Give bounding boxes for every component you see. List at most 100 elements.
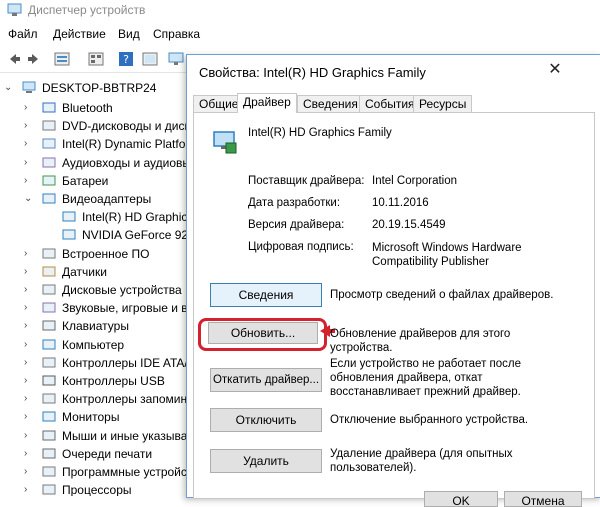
close-icon[interactable]: ✕: [545, 60, 565, 80]
tree-item[interactable]: › Звуковые, игровые и в: [0, 298, 186, 318]
back-arrow-icon[interactable]: [6, 51, 22, 67]
chevron-right-icon[interactable]: ›: [24, 302, 27, 313]
chevron-right-icon[interactable]: ›: [24, 284, 27, 295]
device-category-icon: [62, 229, 76, 240]
chevron-right-icon[interactable]: ›: [24, 248, 27, 259]
chevron-right-icon[interactable]: ›: [24, 157, 27, 168]
menu-bar: Файл Действие Вид Справка: [0, 24, 600, 44]
tree-root[interactable]: ⌄ DESKTOP-BBTRP24: [0, 78, 186, 98]
tree-item[interactable]: Intel(R) HD Graphics: [0, 207, 186, 227]
tree-item[interactable]: › Очереди печати: [0, 444, 186, 464]
tree-item-label: Встроенное ПО: [62, 246, 150, 261]
tree-item-label: Датчики: [62, 264, 107, 279]
prop-signature-value: Microsoft Windows Hardware Compatibility…: [372, 242, 522, 268]
device-category-icon: [42, 448, 56, 459]
uninstall-button[interactable]: Удалить: [210, 449, 322, 473]
forward-arrow-icon[interactable]: [26, 51, 42, 67]
tree-item[interactable]: › Компьютер: [0, 335, 186, 355]
chevron-right-icon[interactable]: ›: [24, 411, 27, 422]
tree-item[interactable]: › Bluetooth: [0, 98, 186, 118]
device-category-icon: [42, 193, 56, 204]
tree-item-label: Компьютер: [62, 337, 125, 352]
device-category-icon: [42, 302, 56, 313]
chevron-right-icon[interactable]: ›: [24, 484, 27, 495]
tree-item[interactable]: › Программные устройс: [0, 462, 186, 482]
chevron-right-icon[interactable]: ›: [24, 120, 27, 131]
chevron-right-icon[interactable]: ›: [24, 357, 27, 368]
tree-item[interactable]: › Intel(R) Dynamic Platfor: [0, 134, 186, 154]
tree-item[interactable]: › Аудиовходы и аудиовы: [0, 153, 186, 173]
prop-date-value: 10.11.2016: [372, 197, 429, 209]
chevron-down-icon[interactable]: ⌄: [4, 82, 12, 93]
disable-button[interactable]: Отключить: [210, 408, 322, 432]
chevron-right-icon[interactable]: ›: [24, 138, 27, 149]
tree-item[interactable]: › Контроллеры запомин: [0, 389, 186, 409]
tree-item[interactable]: › Мониторы: [0, 407, 186, 427]
tree-item[interactable]: › Батареи: [0, 171, 186, 191]
device-category-icon: [42, 393, 56, 404]
chevron-right-icon[interactable]: ›: [24, 448, 27, 459]
device-category-icon: [42, 248, 56, 259]
tree-root-label: DESKTOP-BBTRP24: [42, 81, 157, 95]
menu-view[interactable]: Вид: [118, 27, 140, 41]
chevron-right-icon[interactable]: ›: [24, 393, 27, 404]
device-tree[interactable]: ⌄ DESKTOP-BBTRP24 › Bluetooth › DVD-дисково…: [0, 76, 186, 496]
tab-resources[interactable]: Ресурсы: [413, 95, 473, 112]
computer-icon: [22, 81, 36, 93]
details-button[interactable]: Сведения: [210, 283, 322, 307]
tree-item[interactable]: › Контроллеры USB: [0, 371, 186, 391]
tree-item-label: Дисковые устройства: [62, 283, 182, 297]
tree-item[interactable]: ⌄ Видеоадаптеры: [0, 189, 186, 209]
tree-item[interactable]: › Дисковые устройства: [0, 280, 186, 300]
tree-item[interactable]: NVIDIA GeForce 920: [0, 225, 186, 245]
cancel-button[interactable]: Отмена: [504, 491, 582, 507]
device-category-icon: [42, 157, 56, 168]
chevron-down-icon[interactable]: ⌄: [24, 193, 32, 204]
uninstall-desc: Удаление драйвера (для опытных пользоват…: [330, 448, 513, 474]
rollback-driver-button[interactable]: Откатить драйвер...: [210, 368, 322, 392]
chevron-right-icon[interactable]: ›: [24, 266, 27, 277]
tree-item-label: Контроллеры USB: [62, 374, 165, 388]
tree-item[interactable]: › Мыши и иные указыва: [0, 426, 186, 446]
chevron-right-icon[interactable]: ›: [24, 175, 27, 186]
view-icon[interactable]: [142, 51, 158, 67]
tree-item[interactable]: › Датчики: [0, 262, 186, 282]
chevron-right-icon[interactable]: ›: [24, 320, 27, 331]
prop-version-label: Версия драйвера:: [248, 219, 345, 231]
help-icon[interactable]: ?: [118, 51, 134, 67]
device-category-icon: [42, 375, 56, 386]
tree-item-label: Клавиатуры: [62, 319, 129, 334]
device-category-icon: [42, 120, 56, 131]
device-category-icon: [42, 320, 56, 331]
tree-item-label: Видеоадаптеры: [62, 192, 152, 206]
update-driver-button[interactable]: Обновить...: [208, 322, 318, 344]
tree-item-label: Звуковые, игровые и в: [62, 301, 186, 316]
rollback-driver-desc: Если устройство не работает после обновл…: [330, 358, 522, 398]
menu-action[interactable]: Действие: [53, 27, 106, 41]
properties-icon[interactable]: [54, 51, 70, 67]
tab-details[interactable]: Сведения: [297, 95, 364, 112]
device-category-icon: [42, 175, 56, 186]
details-desc: Просмотр сведений о файлах драйверов.: [330, 289, 554, 301]
tree-item-label: Аудиовходы и аудиовы: [62, 155, 186, 170]
chevron-right-icon[interactable]: ›: [24, 375, 27, 386]
window-title: Диспетчер устройств: [28, 3, 146, 17]
chevron-right-icon[interactable]: ›: [24, 430, 27, 441]
tree-item[interactable]: › Встроенное ПО: [0, 244, 186, 264]
show-hidden-icon[interactable]: [88, 51, 104, 67]
tab-driver[interactable]: Драйвер: [237, 93, 297, 113]
ok-button[interactable]: OK: [424, 491, 498, 507]
prop-provider-label: Поставщик драйвера:: [248, 175, 365, 187]
tree-item[interactable]: › Клавиатуры: [0, 316, 186, 336]
tab-events[interactable]: События: [359, 95, 421, 112]
tree-item[interactable]: › DVD-дисководы и дискс: [0, 116, 186, 136]
chevron-right-icon[interactable]: ›: [24, 339, 27, 350]
tree-item-label: Bluetooth: [62, 101, 113, 115]
chevron-right-icon[interactable]: ›: [24, 466, 27, 477]
tree-item[interactable]: › Процессоры: [0, 480, 186, 496]
menu-file[interactable]: Файл: [8, 27, 38, 41]
monitor-icon[interactable]: [168, 51, 184, 67]
chevron-right-icon[interactable]: ›: [24, 102, 27, 113]
menu-help[interactable]: Справка: [153, 27, 200, 41]
tree-item[interactable]: › Контроллеры IDE ATA/: [0, 353, 186, 373]
